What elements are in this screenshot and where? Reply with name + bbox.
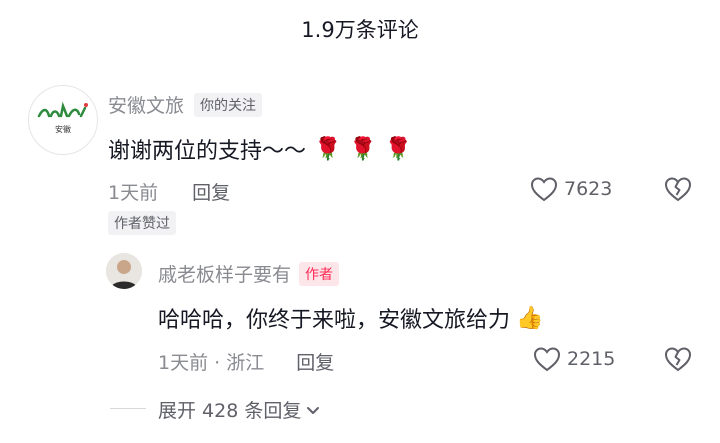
expand-replies-button[interactable]: 展开 428 条回复 xyxy=(158,396,321,423)
author-badge: 作者 xyxy=(299,261,340,286)
like-button[interactable]: 7623 xyxy=(530,176,612,202)
heart-outline-icon xyxy=(533,346,561,372)
like-count: 2215 xyxy=(567,348,616,370)
reply-button[interactable]: 回复 xyxy=(192,178,230,205)
comment-text: 谢谢两位的支持～～ xyxy=(108,139,307,164)
reply-author[interactable]: 戚老板样子要有 xyxy=(158,260,291,287)
svg-text:安徽: 安徽 xyxy=(55,124,71,134)
dislike-button[interactable] xyxy=(664,176,692,206)
dislike-button[interactable] xyxy=(664,346,692,376)
thumbs-up-icon: 👍 xyxy=(516,305,544,331)
comments-count-title: 1.9万条评论 xyxy=(301,18,419,42)
anhui-logo-icon: 安徽 xyxy=(37,101,88,134)
divider xyxy=(110,408,146,409)
person-avatar-icon xyxy=(106,253,142,289)
author-liked-badge: 作者赞过 xyxy=(108,211,176,235)
like-button[interactable]: 2215 xyxy=(533,346,615,372)
rose-emoji-icon: 🌹🌹🌹 xyxy=(314,136,421,162)
following-badge: 你的关注 xyxy=(194,92,263,117)
comment-time: 1天前 xyxy=(108,182,159,204)
chevron-down-icon xyxy=(305,402,321,418)
comment-author[interactable]: 安徽文旅 xyxy=(108,91,184,118)
avatar[interactable] xyxy=(106,253,142,289)
like-count: 7623 xyxy=(564,178,613,200)
reply-time-location: 1天前 · 浙江 xyxy=(158,352,265,374)
heart-outline-icon xyxy=(530,176,558,202)
expand-replies-label: 展开 428 条回复 xyxy=(158,400,302,422)
reply-text: 哈哈哈，你终于来啦，安徽文旅给力 xyxy=(158,308,511,333)
broken-heart-icon xyxy=(664,346,692,372)
reply-button[interactable]: 回复 xyxy=(296,348,334,375)
avatar[interactable]: 安徽 xyxy=(28,85,98,155)
broken-heart-icon xyxy=(664,176,692,202)
